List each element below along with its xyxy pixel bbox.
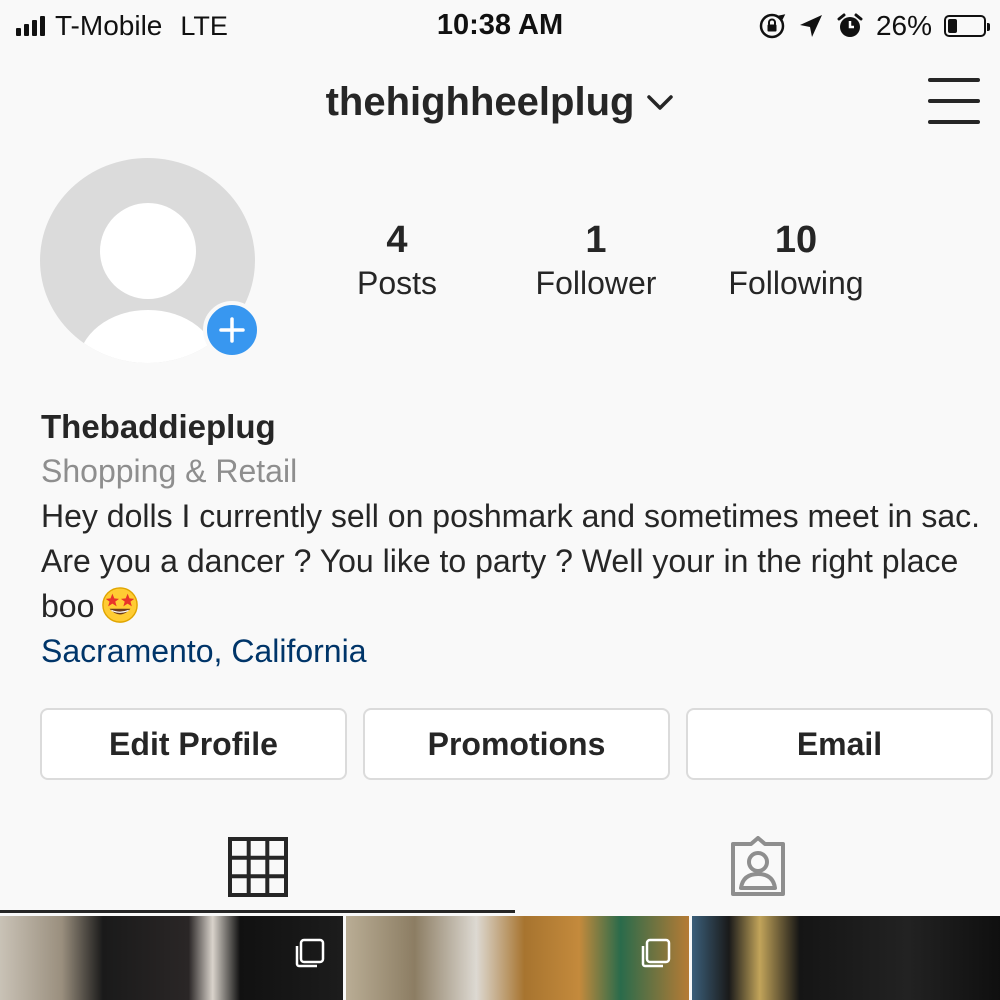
account-switcher[interactable]: thehighheelplug <box>0 80 1000 125</box>
profile-tabs <box>0 818 1000 916</box>
post-thumbnail[interactable] <box>692 916 1000 1000</box>
battery-percent: 26% <box>875 10 932 41</box>
battery-icon <box>944 15 990 37</box>
email-button[interactable]: Email <box>686 708 993 780</box>
chevron-down-icon <box>647 94 674 110</box>
post-grid <box>0 916 1000 1000</box>
post-thumbnail[interactable] <box>0 916 343 1000</box>
alarm-icon <box>837 13 863 37</box>
business-category: Shopping & Retail <box>41 453 298 489</box>
screen-rotation-lock-icon <box>759 13 786 39</box>
active-tab-indicator <box>0 910 515 913</box>
grid-icon <box>227 837 288 897</box>
tab-tagged[interactable] <box>515 818 1000 916</box>
following-label: Following <box>728 265 864 301</box>
location-link[interactable]: Sacramento, California <box>41 629 981 674</box>
display-name: Thebaddieplug <box>41 408 276 445</box>
posts-label: Posts <box>356 265 438 301</box>
profile-header: thehighheelplug <box>0 70 1000 142</box>
tab-grid[interactable] <box>0 818 515 916</box>
username: thehighheelplug <box>325 80 635 124</box>
tagged-photos-icon <box>730 836 785 896</box>
hamburger-menu-icon[interactable] <box>928 78 980 124</box>
star-struck-emoji-icon <box>102 587 139 623</box>
stat-posts[interactable]: 4 Posts <box>330 218 464 304</box>
multiple-photos-icon <box>295 938 325 968</box>
post-thumbnail[interactable] <box>346 916 689 1000</box>
multiple-photos-icon <box>641 938 671 968</box>
status-bar: T-Mobile LTE 10:38 AM 26% <box>0 0 1000 52</box>
battery-level <box>948 19 957 33</box>
profile-bio: Thebaddieplug Shopping & Retail Hey doll… <box>41 404 981 674</box>
edit-profile-button[interactable]: Edit Profile <box>40 708 347 780</box>
followers-count: 1 <box>585 219 607 261</box>
stat-followers[interactable]: 1 Follower <box>515 218 677 304</box>
status-right: 26% <box>758 10 990 42</box>
stat-following[interactable]: 10 Following <box>705 218 887 304</box>
location-arrow-icon <box>799 15 822 37</box>
posts-count: 4 <box>386 219 408 261</box>
bio-text-content: Hey dolls I currently sell on poshmark a… <box>41 498 981 624</box>
following-count: 10 <box>774 219 818 261</box>
add-story-icon[interactable] <box>203 301 261 359</box>
bio-text: Hey dolls I currently sell on poshmark a… <box>41 494 981 629</box>
followers-label: Follower <box>535 265 657 301</box>
promotions-button[interactable]: Promotions <box>363 708 670 780</box>
